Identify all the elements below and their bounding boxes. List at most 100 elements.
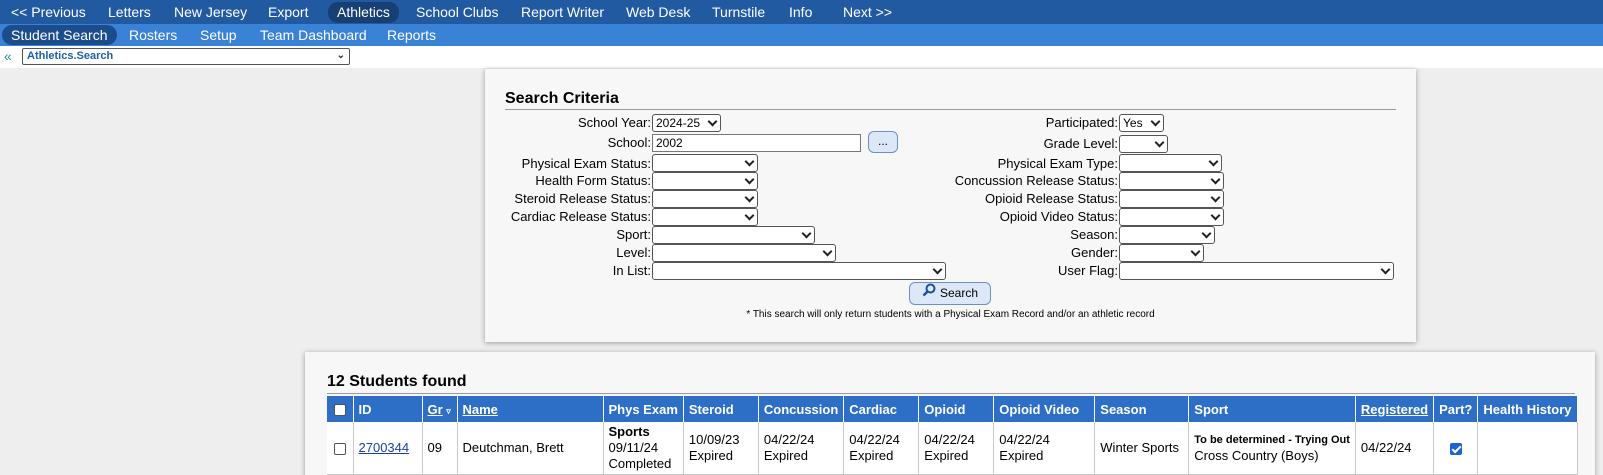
chevron-down-icon: [744, 174, 755, 185]
sport-note: To be determined - Trying Out: [1194, 434, 1350, 446]
header-cardiac: Cardiac: [843, 396, 920, 422]
header-opioid-video: Opioid Video: [993, 396, 1096, 422]
steroid-date: 10/09/23: [688, 432, 740, 447]
tab-setup[interactable]: Setup: [191, 25, 246, 45]
menu-export[interactable]: Export: [259, 2, 317, 23]
steroid-release-status-select[interactable]: [652, 190, 758, 208]
sort-name-link[interactable]: Name: [463, 402, 498, 417]
grade-cell: 09: [422, 422, 458, 475]
sort-indicator-icon: ▿: [446, 405, 451, 416]
chevron-down-icon: [1190, 246, 1201, 257]
search-button[interactable]: Search: [909, 282, 991, 305]
participated-cell: [1433, 422, 1479, 475]
cardiac-cell: 04/22/24 Expired: [843, 422, 920, 475]
school-input[interactable]: 2002: [652, 134, 861, 152]
participated-value: Yes: [1123, 116, 1143, 130]
cardiac-date: 04/22/24: [849, 432, 900, 447]
menu-turnstile[interactable]: Turnstile: [703, 2, 774, 23]
sort-grade-link[interactable]: Gr: [428, 402, 443, 417]
collapse-back-icon[interactable]: «: [4, 47, 12, 65]
sport-select[interactable]: [652, 226, 815, 244]
chevron-down-icon: [1154, 137, 1165, 148]
header-sport: Sport: [1188, 396, 1356, 422]
breadcrumb-bar: « Athletics.Search ⌄: [0, 46, 1603, 68]
gender-select[interactable]: [1119, 244, 1204, 262]
school-year-value: 2024-25: [656, 116, 701, 130]
steroid-status: Expired: [688, 448, 733, 463]
chevron-down-icon: [1208, 156, 1219, 167]
school-year-select[interactable]: 2024-25: [652, 114, 721, 132]
tab-team-dashboard[interactable]: Team Dashboard: [251, 25, 376, 45]
student-id-link[interactable]: 2700344: [359, 440, 410, 455]
sort-registered-link[interactable]: Registered: [1361, 402, 1428, 417]
header-participated: Part?: [1433, 396, 1479, 422]
chevron-down-icon: [744, 210, 755, 221]
header-registered[interactable]: Registered: [1355, 396, 1435, 422]
user-flag-select[interactable]: [1119, 262, 1394, 280]
school-lookup-button[interactable]: ...: [868, 131, 898, 153]
opioid-status: Expired: [924, 448, 969, 463]
phys-exam-status: Completed: [608, 456, 672, 471]
chevron-down-icon: [801, 228, 812, 239]
row-checkbox[interactable]: [333, 442, 346, 455]
phys-exam-date: 09/11/24: [608, 440, 659, 455]
in-list-select[interactable]: [652, 262, 946, 280]
participated-checkbox[interactable]: [1449, 442, 1462, 455]
header-opioid: Opioid: [918, 396, 995, 422]
steroid-cell: 10/09/23 Expired: [683, 422, 759, 475]
season-select[interactable]: [1119, 226, 1215, 244]
menu-letters[interactable]: Letters: [99, 2, 160, 23]
opioid-video-status-label: Opioid Video Status:: [999, 209, 1118, 224]
health-form-status-select[interactable]: [652, 172, 758, 190]
cardiac-release-status-select[interactable]: [652, 208, 758, 226]
chevron-down-icon: [932, 264, 943, 275]
search-criteria-title: Search Criteria: [505, 90, 619, 107]
chevron-down-icon: [707, 116, 718, 127]
menu-school-clubs[interactable]: School Clubs: [407, 2, 508, 23]
opioid-release-status-select[interactable]: [1119, 190, 1224, 208]
school-label: School:: [607, 135, 651, 150]
header-name[interactable]: Name: [457, 396, 604, 422]
menu-report-writer[interactable]: Report Writer: [512, 2, 613, 23]
level-select[interactable]: [652, 244, 836, 262]
select-all-checkbox[interactable]: [333, 404, 346, 417]
tab-rosters[interactable]: Rosters: [120, 25, 186, 45]
opioid-video-cell: 04/22/24 Expired: [993, 422, 1096, 475]
sport-name: Cross Country (Boys): [1194, 448, 1319, 463]
name-cell: Deutchman, Brett: [457, 422, 604, 475]
top-menu-bar: << Previous Letters New Jersey Export At…: [0, 0, 1603, 24]
header-health-history: Health History: [1477, 396, 1578, 422]
opioid-video-status-select[interactable]: [1119, 208, 1224, 226]
chevron-down-icon: [744, 192, 755, 203]
menu-new-jersey[interactable]: New Jersey: [165, 2, 256, 23]
level-label: Level:: [616, 245, 651, 260]
tab-student-search[interactable]: Student Search: [2, 25, 117, 45]
menu-next[interactable]: Next >>: [834, 2, 901, 23]
page-select[interactable]: Athletics.Search ⌄: [22, 48, 350, 65]
menu-web-desk[interactable]: Web Desk: [617, 2, 699, 23]
season-label: Season:: [1070, 227, 1118, 242]
cardiac-status: Expired: [849, 448, 894, 463]
opioid-date: 04/22/24: [924, 432, 975, 447]
physical-exam-status-select[interactable]: [652, 154, 758, 172]
menu-athletics[interactable]: Athletics: [328, 2, 399, 23]
opioid-video-status: Expired: [999, 448, 1044, 463]
health-history-cell: [1477, 422, 1578, 475]
participated-select[interactable]: Yes: [1119, 114, 1164, 132]
header-phys-exam: Phys Exam: [603, 396, 684, 422]
chevron-down-icon: [1380, 264, 1391, 275]
menu-previous[interactable]: << Previous: [2, 2, 95, 23]
physical-exam-type-select[interactable]: [1119, 154, 1222, 172]
health-form-status-label: Health Form Status:: [535, 173, 651, 188]
chevron-down-icon: ⌄: [336, 50, 345, 61]
search-icon: [922, 283, 936, 304]
chevron-down-icon: [1210, 192, 1221, 203]
header-id: ID: [353, 396, 423, 422]
menu-info[interactable]: Info: [780, 2, 821, 23]
grade-level-select[interactable]: [1119, 135, 1168, 153]
concussion-release-status-select[interactable]: [1119, 172, 1224, 190]
header-grade[interactable]: Gr ▿: [422, 396, 458, 422]
tab-reports[interactable]: Reports: [378, 25, 445, 45]
id-cell: 2700344: [353, 422, 423, 475]
opioid-release-status-label: Opioid Release Status:: [985, 191, 1118, 206]
